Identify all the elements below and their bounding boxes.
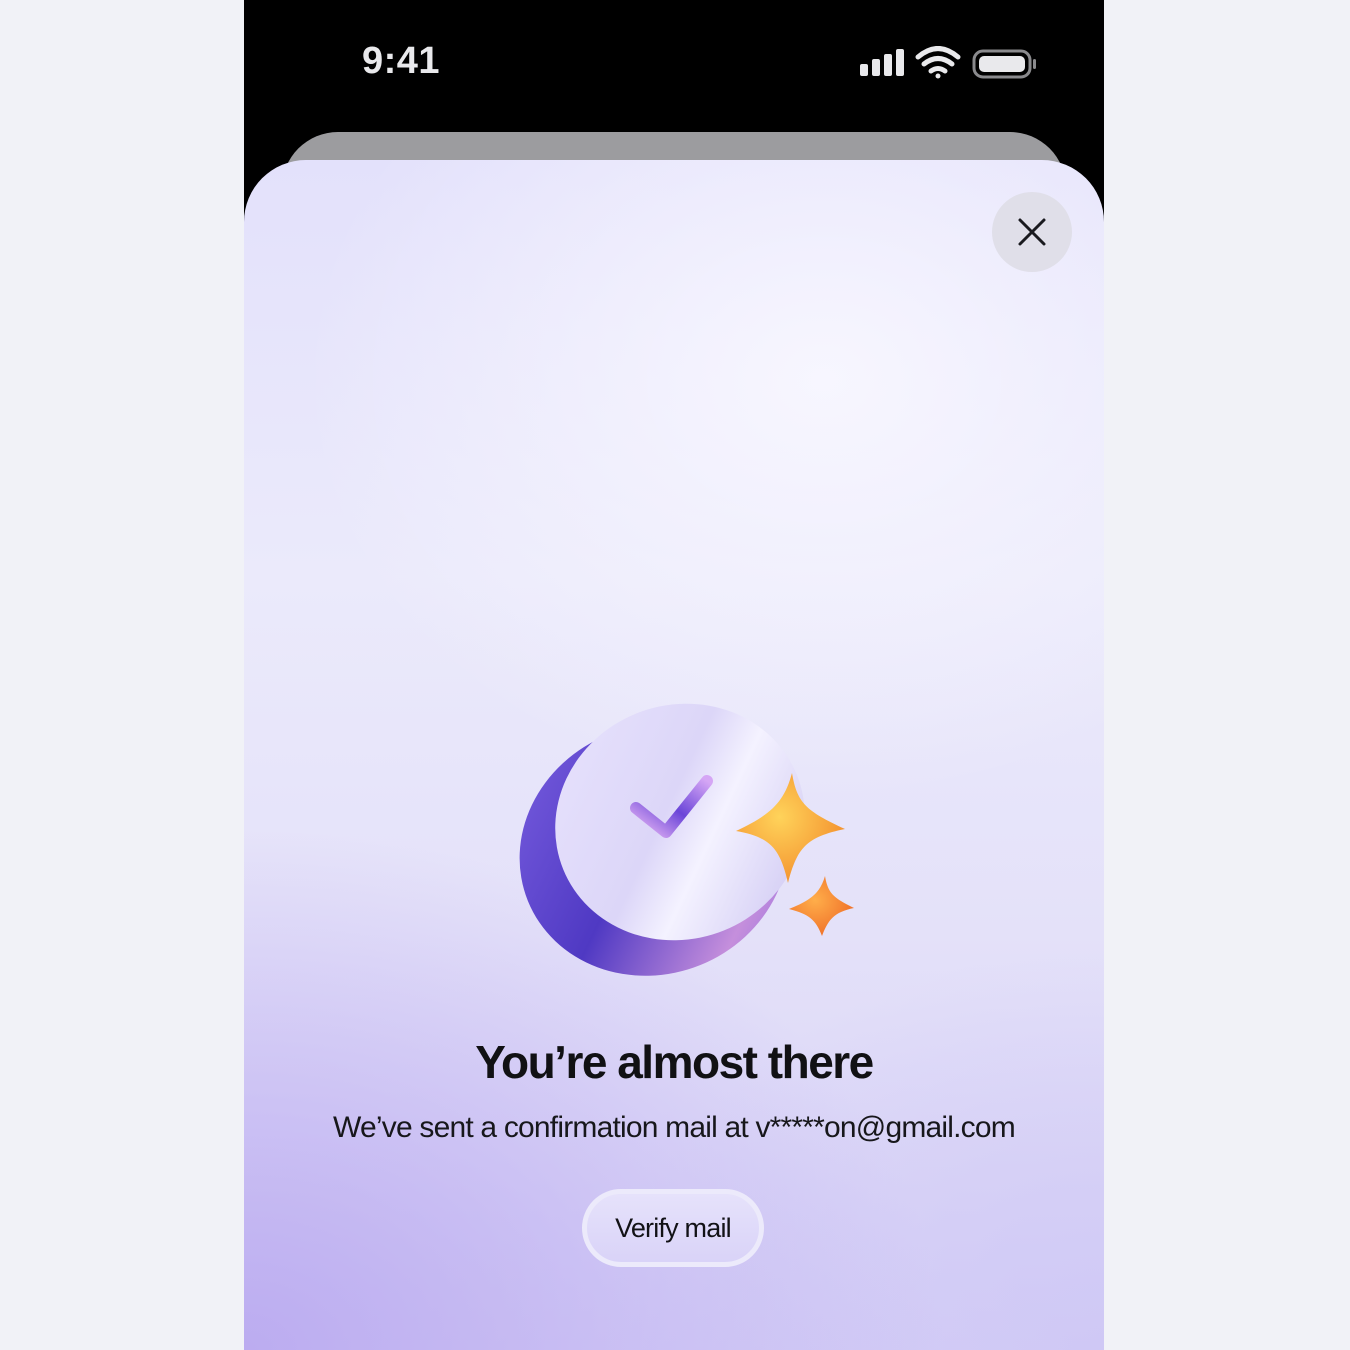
modal-title: You’re almost there: [475, 1036, 874, 1088]
battery-icon: [972, 49, 1036, 79]
confirmation-message: We’ve sent a confirmation mail at v*****…: [333, 1111, 1016, 1144]
close-icon: [1018, 218, 1046, 246]
verify-mail-button[interactable]: Verify mail: [582, 1189, 764, 1267]
phone-frame: 9:41 You’re almost there We’ve sent a co…: [244, 0, 1104, 1350]
wifi-icon: [915, 46, 961, 79]
cellular-signal-icon: [860, 49, 904, 76]
modal-sheet: You’re almost there We’ve sent a confirm…: [244, 160, 1104, 1350]
check-badge-illustration: [519, 703, 854, 976]
close-button[interactable]: [992, 192, 1072, 272]
status-bar: 9:41: [244, 0, 1104, 120]
status-time: 9:41: [362, 40, 441, 82]
status-icons: [860, 46, 1036, 79]
